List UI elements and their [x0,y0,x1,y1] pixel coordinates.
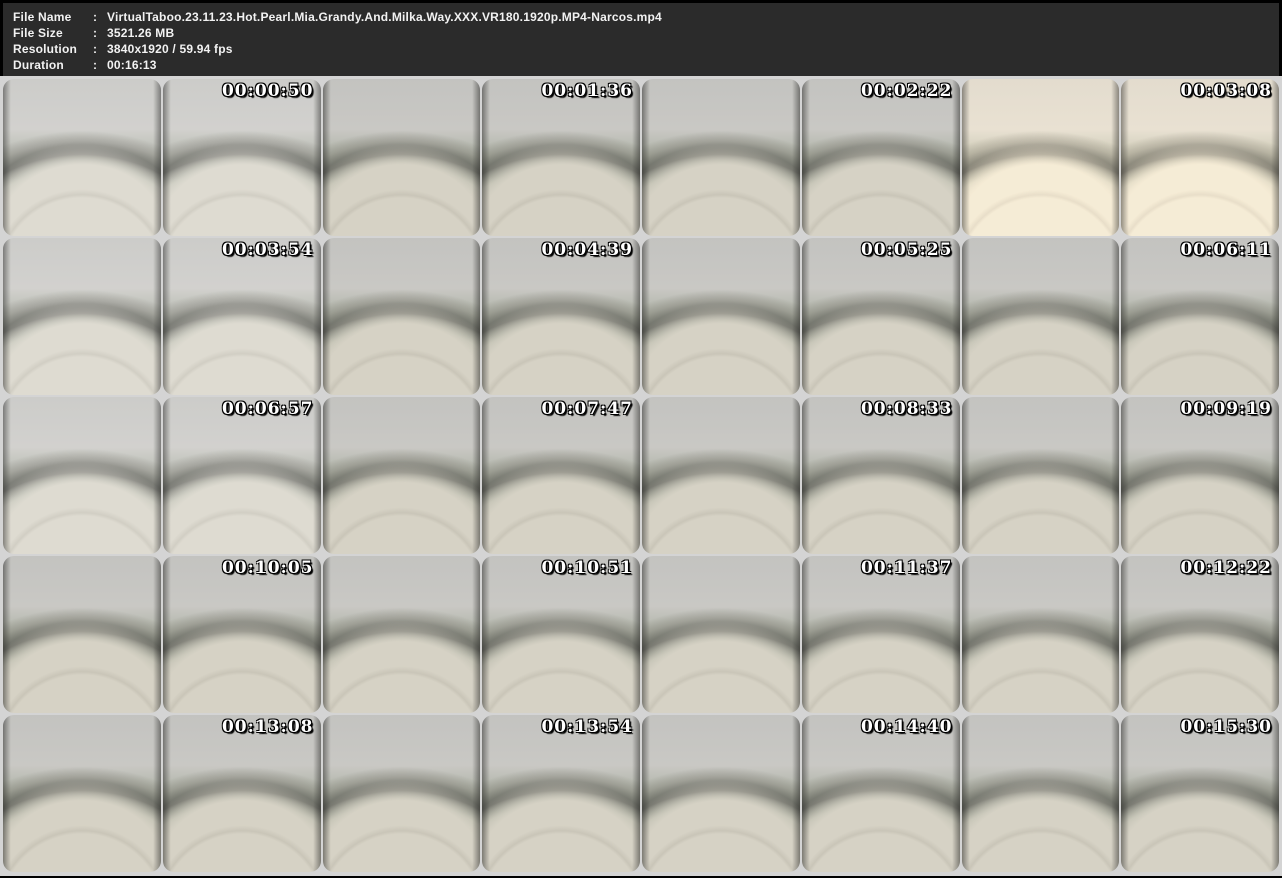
timestamp-overlay: 00:15:30 [1180,717,1272,737]
metadata-row: File Name : VirtualTaboo.23.11.23.Hot.Pe… [13,10,1279,26]
timestamp-overlay: 00:13:54 [541,717,633,737]
video-thumbnail: 00:14:40 [642,715,960,872]
left-eye-frame [642,556,800,713]
timestamp-overlay: 00:06:57 [221,399,314,419]
video-thumbnail: 00:06:57 [3,397,321,554]
right-eye-frame [482,556,640,713]
video-thumbnail: 00:10:51 [322,556,640,713]
metadata-row: File Size : 3521.26 MB [13,26,1279,42]
right-eye-frame [1121,556,1279,713]
metadata-value: 00:16:13 [107,58,157,72]
right-eye-frame [162,715,321,872]
right-eye-frame [162,238,321,395]
right-eye-frame [482,397,640,554]
left-eye-frame [642,79,800,236]
metadata-separator: : [93,10,98,24]
left-eye-frame [961,79,1120,236]
timestamp-overlay: 00:01:36 [541,81,633,101]
metadata-label: File Size [13,26,63,40]
left-eye-frame [322,397,481,554]
video-thumbnail: 00:02:22 [642,79,960,236]
timestamp-overlay: 00:02:22 [860,81,953,101]
right-eye-frame [1121,238,1279,395]
left-eye-frame [3,556,161,713]
timestamp-overlay: 00:06:11 [1180,240,1272,260]
video-thumbnail: 00:09:19 [961,397,1279,554]
right-eye-frame [801,715,960,872]
video-thumbnail: 00:00:50 [3,79,321,236]
video-thumbnail: 00:12:22 [961,556,1279,713]
video-thumbnail: 00:07:47 [322,397,640,554]
video-thumbnail: 00:06:11 [961,238,1279,395]
left-eye-frame [3,79,161,236]
timestamp-overlay: 00:00:50 [221,81,314,101]
left-eye-frame [322,715,481,872]
right-eye-frame [1121,397,1279,554]
metadata-value: 3521.26 MB [107,26,175,40]
metadata-row: Duration : 00:16:13 [13,58,1279,74]
video-thumbnail: 00:15:30 [961,715,1279,872]
timestamp-overlay: 00:07:47 [541,399,633,419]
right-eye-frame [801,238,960,395]
metadata-label: File Name [13,10,72,24]
video-thumbnail: 00:11:37 [642,556,960,713]
video-thumbnail: 00:10:05 [3,556,321,713]
right-eye-frame [162,79,321,236]
right-eye-frame [162,556,321,713]
right-eye-frame [801,397,960,554]
left-eye-frame [642,715,800,872]
metadata-label: Duration [13,58,64,72]
left-eye-frame [3,397,161,554]
timestamp-overlay: 00:10:05 [221,558,314,578]
timestamp-overlay: 00:14:40 [860,717,953,737]
timestamp-overlay: 00:08:33 [860,399,953,419]
timestamp-overlay: 00:03:08 [1180,81,1272,101]
video-thumbnail: 00:04:39 [322,238,640,395]
metadata-row: Resolution : 3840x1920 / 59.94 fps [13,42,1279,58]
left-eye-frame [642,397,800,554]
video-contact-sheet: File Name : VirtualTaboo.23.11.23.Hot.Pe… [0,0,1282,878]
timestamp-overlay: 00:04:39 [541,240,633,260]
left-eye-frame [961,556,1120,713]
timestamp-overlay: 00:13:08 [221,717,314,737]
right-eye-frame [482,715,640,872]
timestamp-overlay: 00:12:22 [1180,558,1272,578]
timestamp-overlay: 00:11:37 [860,558,953,578]
left-eye-frame [961,397,1120,554]
metadata-separator: : [93,58,98,72]
right-eye-frame [801,556,960,713]
video-thumbnail: 00:03:08 [961,79,1279,236]
left-eye-frame [3,715,161,872]
right-eye-frame [162,397,321,554]
metadata-separator: : [93,42,98,56]
timestamp-overlay: 00:10:51 [541,558,633,578]
timestamp-overlay: 00:05:25 [860,240,953,260]
left-eye-frame [961,715,1120,872]
timestamp-overlay: 00:09:19 [1180,399,1272,419]
left-eye-frame [322,556,481,713]
left-eye-frame [961,238,1120,395]
video-thumbnail: 00:13:08 [3,715,321,872]
right-eye-frame [1121,715,1279,872]
left-eye-frame [3,238,161,395]
right-eye-frame [482,238,640,395]
metadata-separator: : [93,26,98,40]
timestamp-overlay: 00:03:54 [221,240,314,260]
left-eye-frame [322,238,481,395]
right-eye-frame [801,79,960,236]
file-metadata-header: File Name : VirtualTaboo.23.11.23.Hot.Pe… [0,0,1282,76]
video-thumbnail: 00:13:54 [322,715,640,872]
video-thumbnail: 00:08:33 [642,397,960,554]
thumbnail-grid: 00:00:50 00:01:36 00:02:22 00:03:08 00:0… [0,76,1282,876]
video-thumbnail: 00:05:25 [642,238,960,395]
video-thumbnail: 00:01:36 [322,79,640,236]
video-thumbnail: 00:03:54 [3,238,321,395]
left-eye-frame [322,79,481,236]
left-eye-frame [642,238,800,395]
metadata-value: VirtualTaboo.23.11.23.Hot.Pearl.Mia.Gran… [107,10,662,24]
metadata-label: Resolution [13,42,77,56]
right-eye-frame [482,79,640,236]
right-eye-frame [1121,79,1279,236]
metadata-value: 3840x1920 / 59.94 fps [107,42,233,56]
